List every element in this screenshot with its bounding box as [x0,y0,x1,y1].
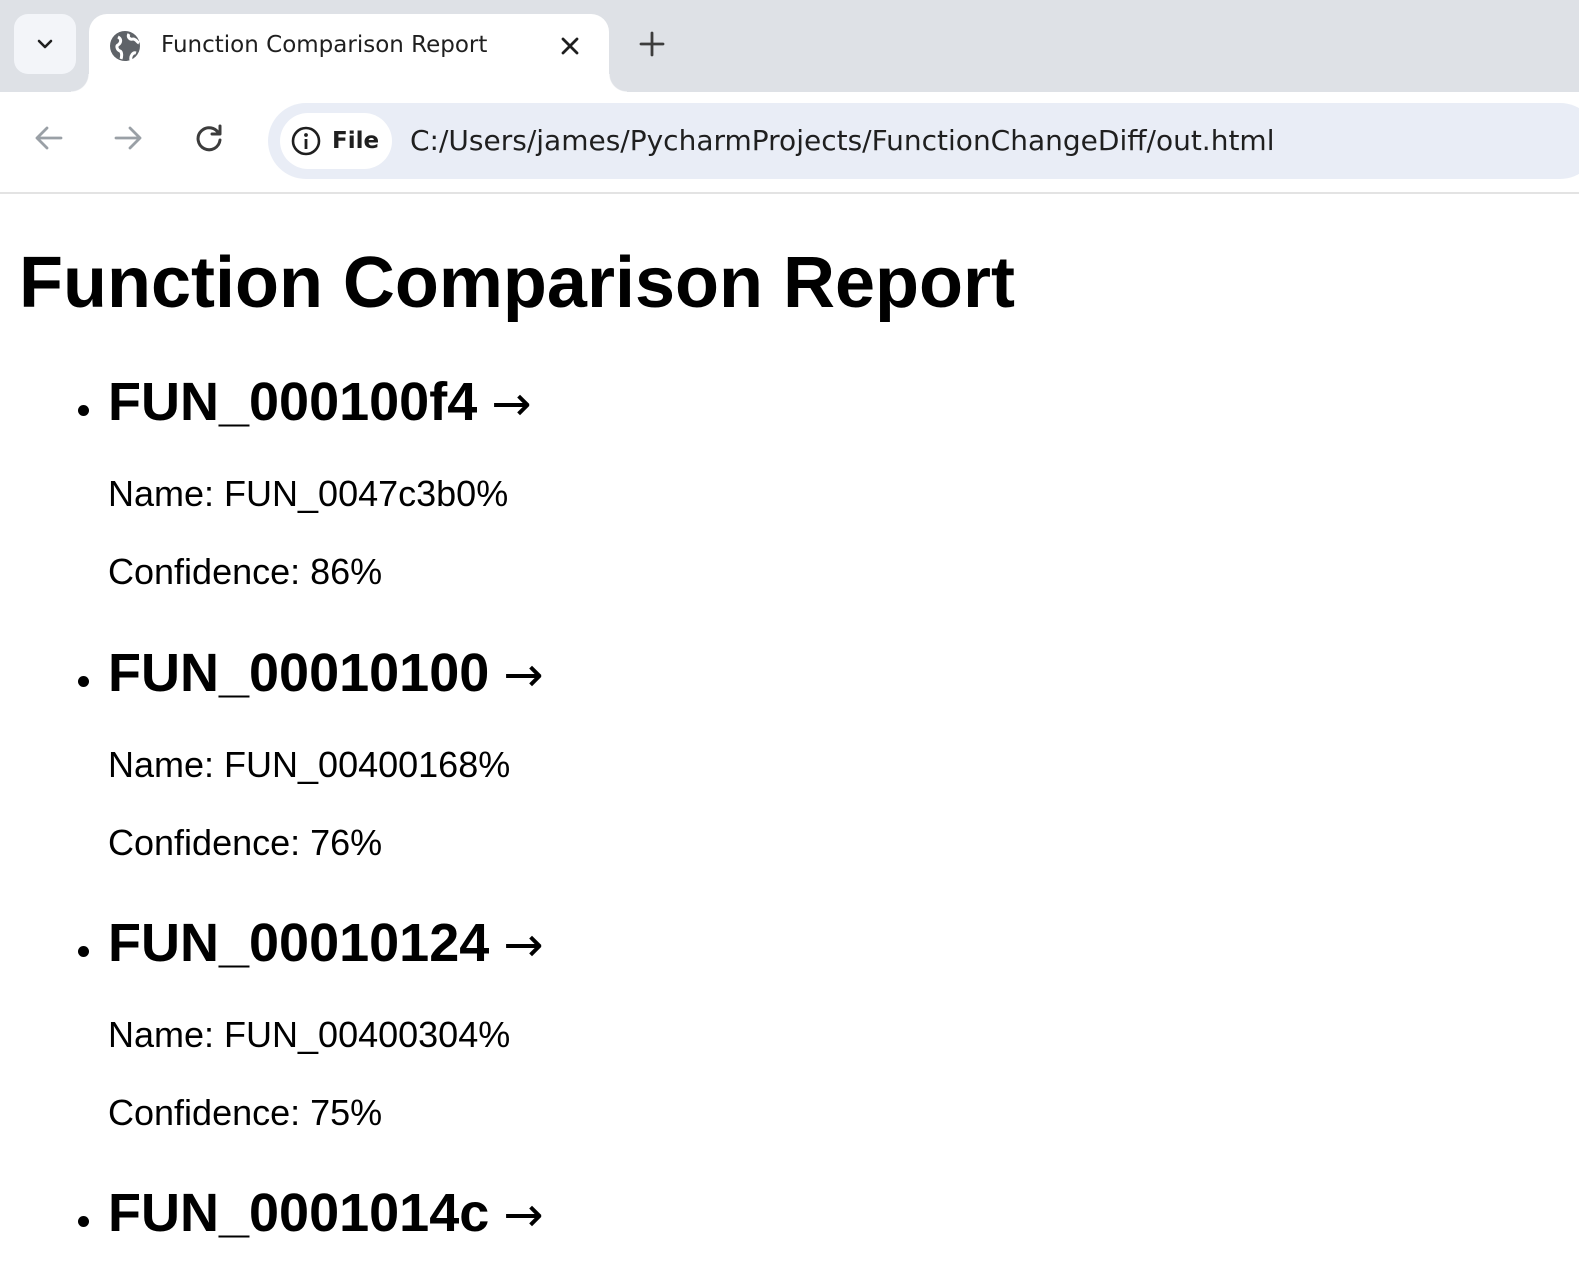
confidence-label: Confidence: [108,1092,311,1133]
confidence-label: Confidence: [108,822,311,863]
page-title: Function Comparison Report [19,243,1015,323]
function-id: FUN_00010124 [108,913,490,973]
close-icon[interactable] [556,32,584,60]
bullet [78,676,89,687]
tab-strip: Function Comparison Report [0,0,1579,92]
name-value: FUN_0047c3b0% [224,473,509,514]
globe-icon [110,31,140,61]
function-name: Name: FUN_0047c3b0% [108,472,508,516]
tab-title: Function Comparison Report [161,32,488,58]
chevron-down-icon [37,39,53,49]
confidence-value: 76% [310,822,383,863]
name-value: FUN_00400304% [224,1014,511,1055]
site-chip-label: File [332,128,380,154]
browser-toolbar: File C:/Users/james/PycharmProjects/Func… [0,92,1579,194]
info-icon [291,126,321,156]
name-label: Name: [108,473,225,514]
arrow-glyph: → [503,917,544,973]
bullet [78,405,89,416]
new-tab-plus-icon[interactable] [636,28,668,60]
function-id: FUN_0001014c [108,1183,490,1243]
function-name: Name: FUN_00400168% [108,743,510,787]
active-tab[interactable]: Function Comparison Report [71,14,627,92]
function-heading: FUN_00010124 → [108,911,544,977]
function-id: FUN_000100f4 [108,372,478,432]
site-info-chip[interactable]: File [280,113,392,169]
function-confidence: Confidence: 75% [108,1091,382,1135]
confidence-value: 86% [310,551,383,592]
back-arrow-icon[interactable] [31,120,67,156]
forward-arrow-icon[interactable] [110,120,146,156]
confidence-value: 75% [310,1092,383,1133]
reload-icon[interactable] [191,120,227,156]
arrow-glyph: → [491,376,532,432]
confidence-label: Confidence: [108,551,311,592]
tab-search-button[interactable] [14,14,76,74]
function-name: Name: FUN_00400304% [108,1013,510,1057]
name-value: FUN_00400168% [224,744,511,785]
bullet [78,1216,89,1227]
function-confidence: Confidence: 76% [108,821,382,865]
bullet [78,946,89,957]
function-confidence: Confidence: 86% [108,550,382,594]
function-heading: FUN_00010100 → [108,641,544,707]
function-id: FUN_00010100 [108,643,490,703]
name-label: Name: [108,744,225,785]
arrow-glyph: → [503,647,544,703]
function-heading: FUN_000100f4 → [108,370,531,436]
function-heading: FUN_0001014c → [108,1181,544,1247]
url-text[interactable]: C:/Users/james/PycharmProjects/FunctionC… [410,124,1275,157]
address-bar[interactable]: File C:/Users/james/PycharmProjects/Func… [268,103,1579,179]
name-label: Name: [108,1014,225,1055]
arrow-glyph: → [503,1187,544,1243]
